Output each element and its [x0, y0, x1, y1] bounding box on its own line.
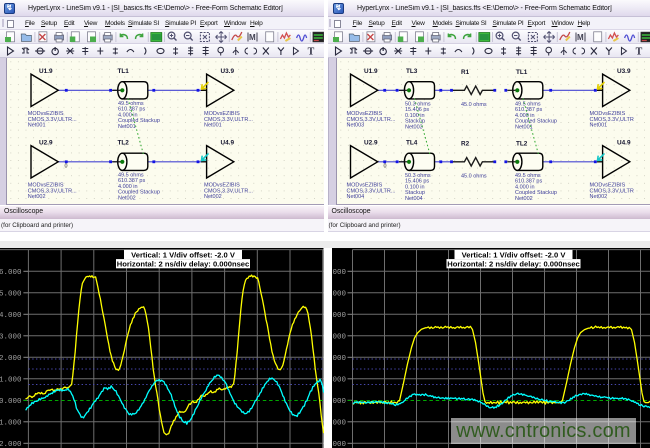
svg-text:Net003: Net003 [347, 123, 365, 129]
svg-text:U3.9: U3.9 [617, 68, 631, 75]
svg-text:0.000: 0.000 [332, 398, 346, 406]
svg-text:TL1: TL1 [516, 69, 528, 76]
svg-text:-1.000: -1.000 [332, 419, 346, 427]
svg-text:Net003: Net003 [405, 124, 423, 130]
svg-text:R1: R1 [461, 69, 470, 76]
svg-text:U2.9: U2.9 [39, 140, 53, 147]
svg-text:6.000: 6.000 [332, 269, 346, 277]
svg-text:-1.000: -1.000 [0, 419, 22, 427]
svg-text:4.000: 4.000 [332, 312, 346, 320]
svg-text:U2.9: U2.9 [364, 140, 378, 147]
svg-text:TL2: TL2 [516, 141, 528, 148]
svg-text:Net002: Net002 [590, 194, 608, 200]
svg-text:0: 0 [65, 164, 68, 170]
svg-text:2.000: 2.000 [0, 355, 22, 363]
svg-text:Net002: Net002 [118, 195, 136, 201]
svg-text:-2.000: -2.000 [0, 441, 22, 448]
svg-text:TL3: TL3 [406, 68, 418, 75]
svg-text:4.000: 4.000 [0, 312, 22, 320]
svg-text:U4.9: U4.9 [617, 140, 631, 147]
svg-text:45.0 ohms: 45.0 ohms [461, 102, 487, 108]
svg-text:Net002: Net002 [204, 194, 222, 200]
svg-text:R2: R2 [461, 141, 470, 148]
svg-text:U4.9: U4.9 [221, 140, 235, 147]
svg-text:1.000: 1.000 [332, 376, 346, 384]
svg-text:Net001: Net001 [28, 123, 46, 129]
svg-text:Net001: Net001 [515, 124, 533, 130]
svg-text:Vertical: 1 V/div offset: -2: Vertical: 1 V/div offset: -2.0 V [461, 250, 566, 259]
svg-text:Horizontal: 2 ns/div delay: 0: Horizontal: 2 ns/div delay: 0.000nsec [447, 260, 580, 269]
svg-text:Net004: Net004 [405, 196, 423, 202]
svg-text:Net001: Net001 [204, 123, 222, 129]
svg-text:6.000: 6.000 [0, 269, 22, 277]
svg-text:Net001: Net001 [590, 123, 608, 129]
svg-text:3.000: 3.000 [332, 333, 346, 341]
svg-text:TL4: TL4 [406, 140, 418, 147]
svg-text:0.000: 0.000 [0, 398, 22, 406]
svg-text:-2.000: -2.000 [332, 441, 346, 448]
svg-text:TL1: TL1 [118, 68, 130, 75]
svg-text:TL2: TL2 [118, 140, 130, 147]
svg-text:U1.9: U1.9 [39, 68, 53, 75]
svg-text:2.000: 2.000 [332, 355, 346, 363]
svg-text:Net002: Net002 [28, 194, 46, 200]
svg-text:U3.9: U3.9 [221, 68, 235, 75]
svg-text:Net004: Net004 [347, 194, 365, 200]
svg-text:U1.9: U1.9 [364, 68, 378, 75]
svg-text:3.000: 3.000 [0, 333, 22, 341]
svg-text:45.0 ohms: 45.0 ohms [461, 174, 487, 180]
svg-text:Net001: Net001 [118, 124, 136, 130]
svg-text:1.000: 1.000 [0, 376, 22, 384]
svg-text:0: 0 [384, 164, 387, 170]
svg-text:Vertical: 1 V/div offset: -2: Vertical: 1 V/div offset: -2.0 V [131, 250, 236, 259]
svg-text:5.000: 5.000 [332, 290, 346, 298]
svg-text:5.000: 5.000 [0, 290, 22, 298]
svg-text:Horizontal: 2 ns/div delay: 0: Horizontal: 2 ns/div delay: 0.000nsec [117, 260, 250, 269]
svg-text:Net002: Net002 [515, 196, 533, 202]
